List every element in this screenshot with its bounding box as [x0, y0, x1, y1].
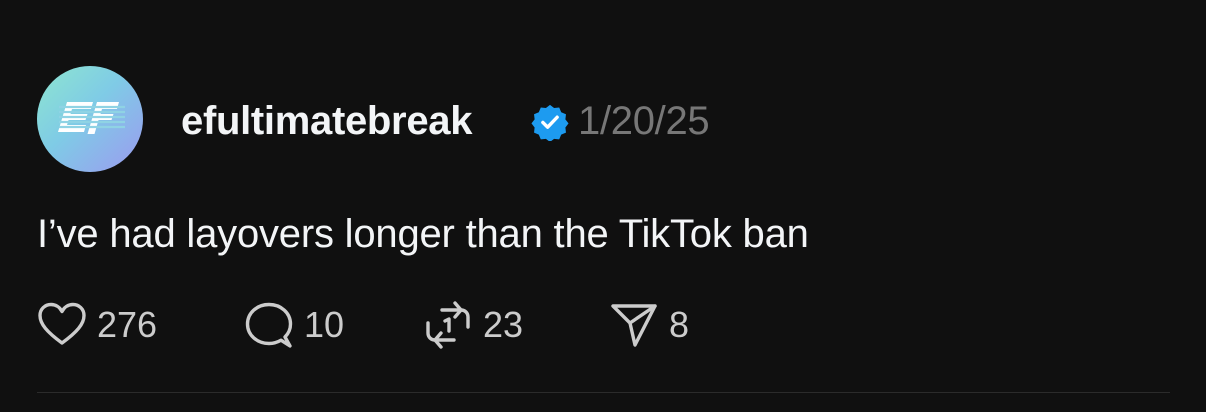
post-body-text: I’ve had layovers longer than the TikTok…	[37, 212, 809, 256]
ef-logo-icon	[58, 102, 125, 134]
reply-button[interactable]: 10	[244, 300, 344, 350]
verified-badge-icon	[531, 104, 569, 141]
reply-count: 10	[304, 304, 345, 345]
avatar[interactable]	[37, 66, 143, 172]
repost-button[interactable]: 23	[423, 300, 523, 350]
like-count: 276	[97, 304, 158, 345]
post-divider	[37, 392, 1170, 393]
share-button[interactable]: 8	[609, 300, 689, 350]
repost-count: 23	[483, 304, 524, 345]
send-icon	[611, 304, 657, 347]
post-card: efultimatebreak 1/20/25 I’ve had layover…	[0, 0, 1206, 412]
like-button[interactable]: 276	[37, 300, 157, 350]
post-timestamp[interactable]: 1/20/25	[578, 97, 710, 145]
share-count: 8	[669, 304, 690, 345]
author-username[interactable]: efultimatebreak	[181, 97, 472, 145]
heart-icon	[38, 302, 86, 345]
repost-icon	[426, 301, 470, 349]
comment-icon	[245, 302, 293, 348]
